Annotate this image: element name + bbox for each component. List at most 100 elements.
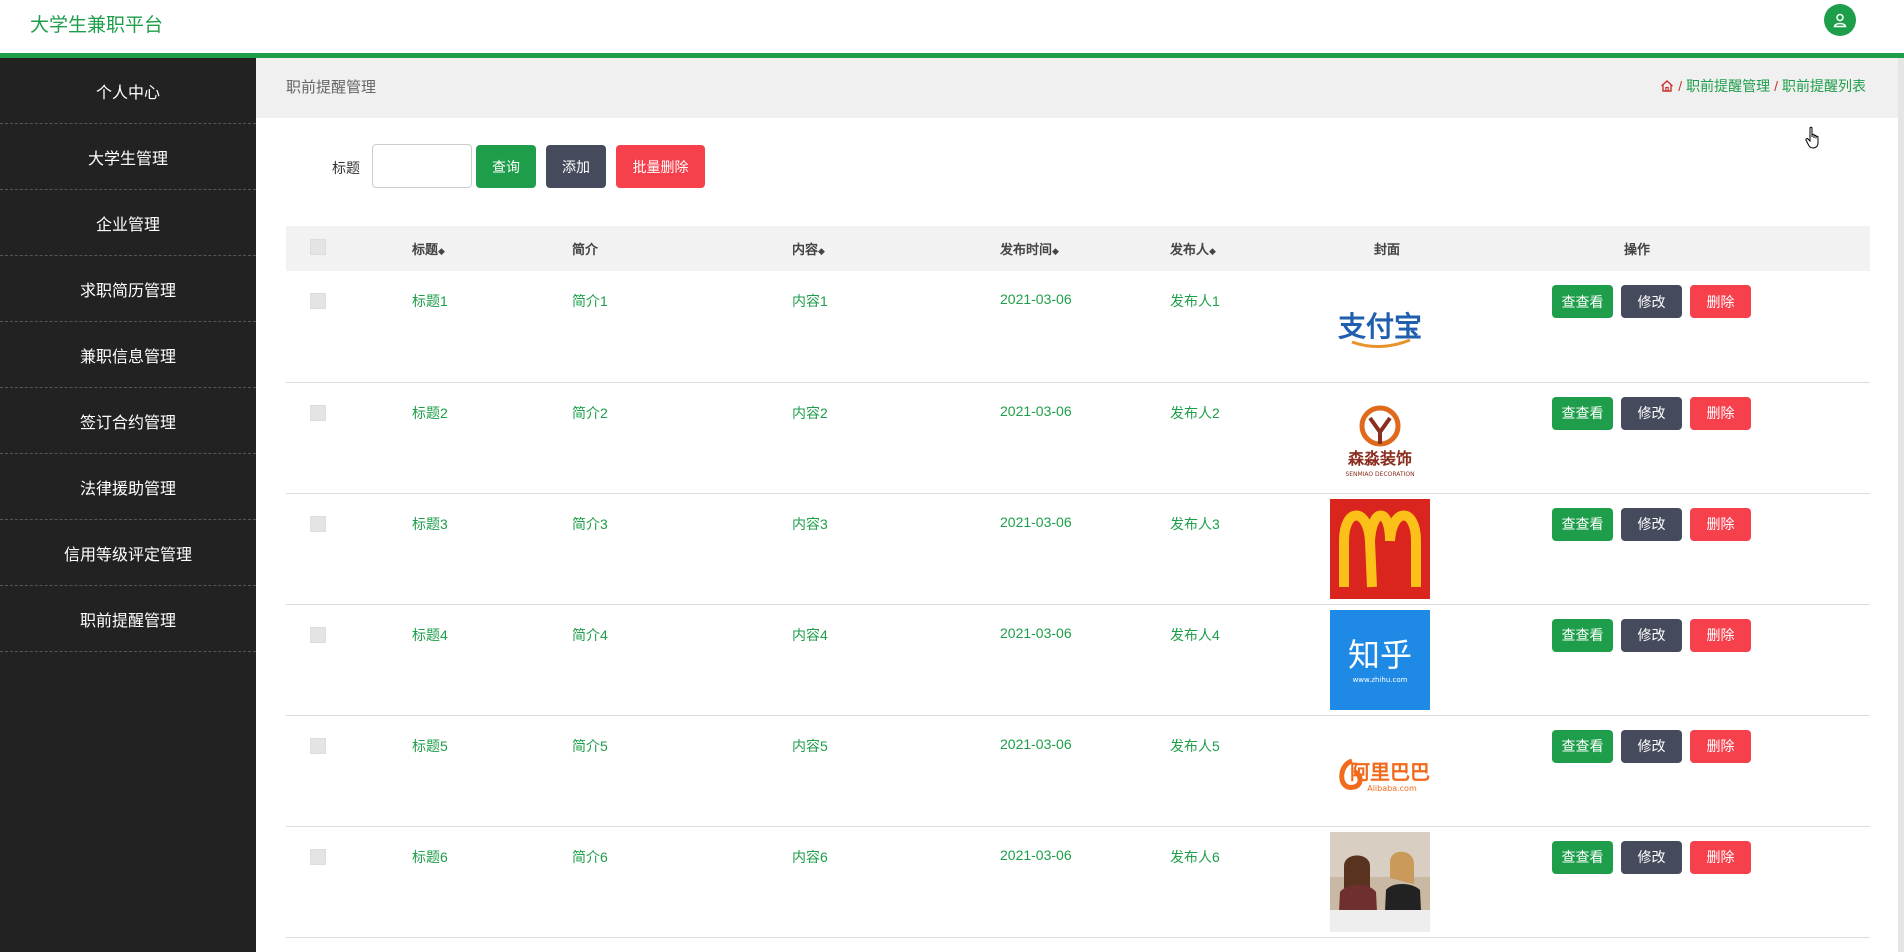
table-row: 标题6 简介6 内容6 2021-03-06 发布人6 查查看 修改 删除 [286,826,1870,937]
view-button[interactable]: 查查看 [1552,396,1613,430]
sort-icon[interactable]: ◆ [438,246,445,256]
cell-publisher: 发布人1 [1170,293,1220,309]
cover-image [1330,831,1430,932]
cell-content: 内容6 [792,848,828,865]
edit-button[interactable]: 修改 [1621,285,1682,318]
view-button[interactable]: 查查看 [1552,507,1613,541]
view-button[interactable]: 查查看 [1552,729,1613,763]
delete-button[interactable]: 删除 [1690,840,1751,874]
column-header-time[interactable]: 发布时间◆ [1000,226,1170,271]
cell-title: 标题2 [412,404,448,421]
view-button[interactable]: 查查看 [1552,618,1613,652]
cell-content: 内容3 [792,515,828,532]
cell-publisher: 发布人3 [1170,515,1220,532]
svg-text:森淼装饰: 森淼装饰 [1348,449,1412,468]
cell-content: 内容2 [792,404,828,421]
svg-text:支付宝: 支付宝 [1338,310,1422,343]
row-checkbox[interactable] [310,626,326,643]
breadcrumb-item-list[interactable]: 职前提醒列表 [1782,76,1866,96]
column-header-publisher[interactable]: 发布人◆ [1170,226,1330,271]
cover-image: 知乎 www.zhihu.com [1330,609,1430,710]
breadcrumb-separator: / [1678,78,1683,94]
cell-intro: 简介3 [572,515,608,532]
column-header-intro: 简介 [572,242,599,257]
sidebar-item[interactable]: 签订合约管理 [0,388,256,454]
delete-button[interactable]: 删除 [1690,729,1751,763]
cell-time: 2021-03-06 [1000,735,1072,752]
cell-content: 内容5 [792,737,828,754]
sidebar-item[interactable]: 法律援助管理 [0,454,256,520]
table-row: 标题3 简介3 内容3 2021-03-06 发布人3 查查看 修改 删除 [286,493,1870,604]
cover-image: 阿里巴巴 Alibaba.com [1330,720,1430,821]
cell-time: 2021-03-06 [1000,513,1072,530]
cell-content: 内容1 [792,293,828,309]
sort-icon[interactable]: ◆ [1052,246,1059,256]
row-checkbox[interactable] [310,515,326,532]
cell-title: 标题1 [412,293,448,309]
cell-content: 内容4 [792,626,828,643]
sidebar-item[interactable]: 企业管理 [0,190,256,256]
title-search-input[interactable] [372,144,472,188]
edit-button[interactable]: 修改 [1621,840,1682,874]
cell-publisher: 发布人6 [1170,848,1220,865]
column-header-cover: 封面 [1374,242,1401,257]
cell-title: 标题5 [412,737,448,754]
sidebar-item[interactable]: 个人中心 [0,58,256,124]
query-button[interactable]: 查询 [476,145,536,188]
cell-intro: 简介6 [572,848,608,865]
delete-button[interactable]: 删除 [1690,285,1751,318]
edit-button[interactable]: 修改 [1621,396,1682,430]
cell-intro: 简介1 [572,293,608,309]
sidebar-item[interactable]: 职前提醒管理 [0,586,256,652]
delete-button[interactable]: 删除 [1690,618,1751,652]
edit-button[interactable]: 修改 [1621,729,1682,763]
table-header-row: 标题◆ 简介 内容◆ 发布时间◆ 发布人◆ 封面 操作 [286,226,1870,271]
add-button[interactable]: 添加 [546,145,606,188]
sidebar-item[interactable]: 兼职信息管理 [0,322,256,388]
breadcrumb-item-manage[interactable]: 职前提醒管理 [1686,76,1770,96]
cover-image: 支付宝 [1330,276,1430,376]
select-all-checkbox[interactable] [310,239,326,255]
edit-button[interactable]: 修改 [1621,618,1682,652]
cell-time: 2021-03-06 [1000,846,1072,863]
delete-button[interactable]: 删除 [1690,507,1751,541]
reminder-table: 标题◆ 简介 内容◆ 发布时间◆ 发布人◆ 封面 操作 标题1 简介1 内容1 202… [286,226,1870,938]
row-checkbox[interactable] [310,293,326,309]
view-button[interactable]: 查查看 [1552,840,1613,874]
page-scrollbar[interactable] [1898,58,1904,952]
row-checkbox[interactable] [310,737,326,754]
cell-time: 2021-03-06 [1000,402,1072,419]
cover-image [1330,498,1430,599]
svg-text:阿里巴巴: 阿里巴巴 [1350,760,1430,784]
cell-time: 2021-03-06 [1000,291,1072,307]
home-icon[interactable] [1660,79,1674,93]
top-bar: 大学生兼职平台 [0,0,1904,58]
user-avatar[interactable] [1824,4,1856,36]
cell-publisher: 发布人2 [1170,404,1220,421]
sort-icon[interactable]: ◆ [1209,246,1216,256]
cell-time: 2021-03-06 [1000,624,1072,641]
edit-button[interactable]: 修改 [1621,507,1682,541]
column-header-actions: 操作 [1624,242,1651,257]
cell-intro: 简介4 [572,626,608,643]
user-icon [1833,13,1847,28]
view-button[interactable]: 查查看 [1552,285,1613,318]
column-header-content[interactable]: 内容◆ [792,226,1000,271]
sidebar-item[interactable]: 大学生管理 [0,124,256,190]
batch-delete-button[interactable]: 批量删除 [616,145,705,188]
sidebar-item[interactable]: 信用等级评定管理 [0,520,256,586]
sort-icon[interactable]: ◆ [818,246,825,256]
search-bar: 标题 查询 添加 批量删除 [256,118,1904,218]
row-checkbox[interactable] [310,848,326,865]
page-title: 职前提醒管理 [286,79,377,96]
sidebar-item[interactable]: 求职简历管理 [0,256,256,322]
svg-text:www.zhihu.com: www.zhihu.com [1353,676,1408,684]
delete-button[interactable]: 删除 [1690,396,1751,430]
svg-text:SENMIAO DECORATION: SENMIAO DECORATION [1345,471,1414,478]
table-row: 标题4 简介4 内容4 2021-03-06 发布人4 知乎 www.zhihu.com 查查… [286,604,1870,715]
column-header-title[interactable]: 标题◆ [412,226,572,271]
mouse-cursor-icon [1805,126,1819,149]
app-title: 大学生兼职平台 [30,15,164,36]
svg-text:Alibaba.com: Alibaba.com [1367,784,1417,793]
row-checkbox[interactable] [310,404,326,421]
